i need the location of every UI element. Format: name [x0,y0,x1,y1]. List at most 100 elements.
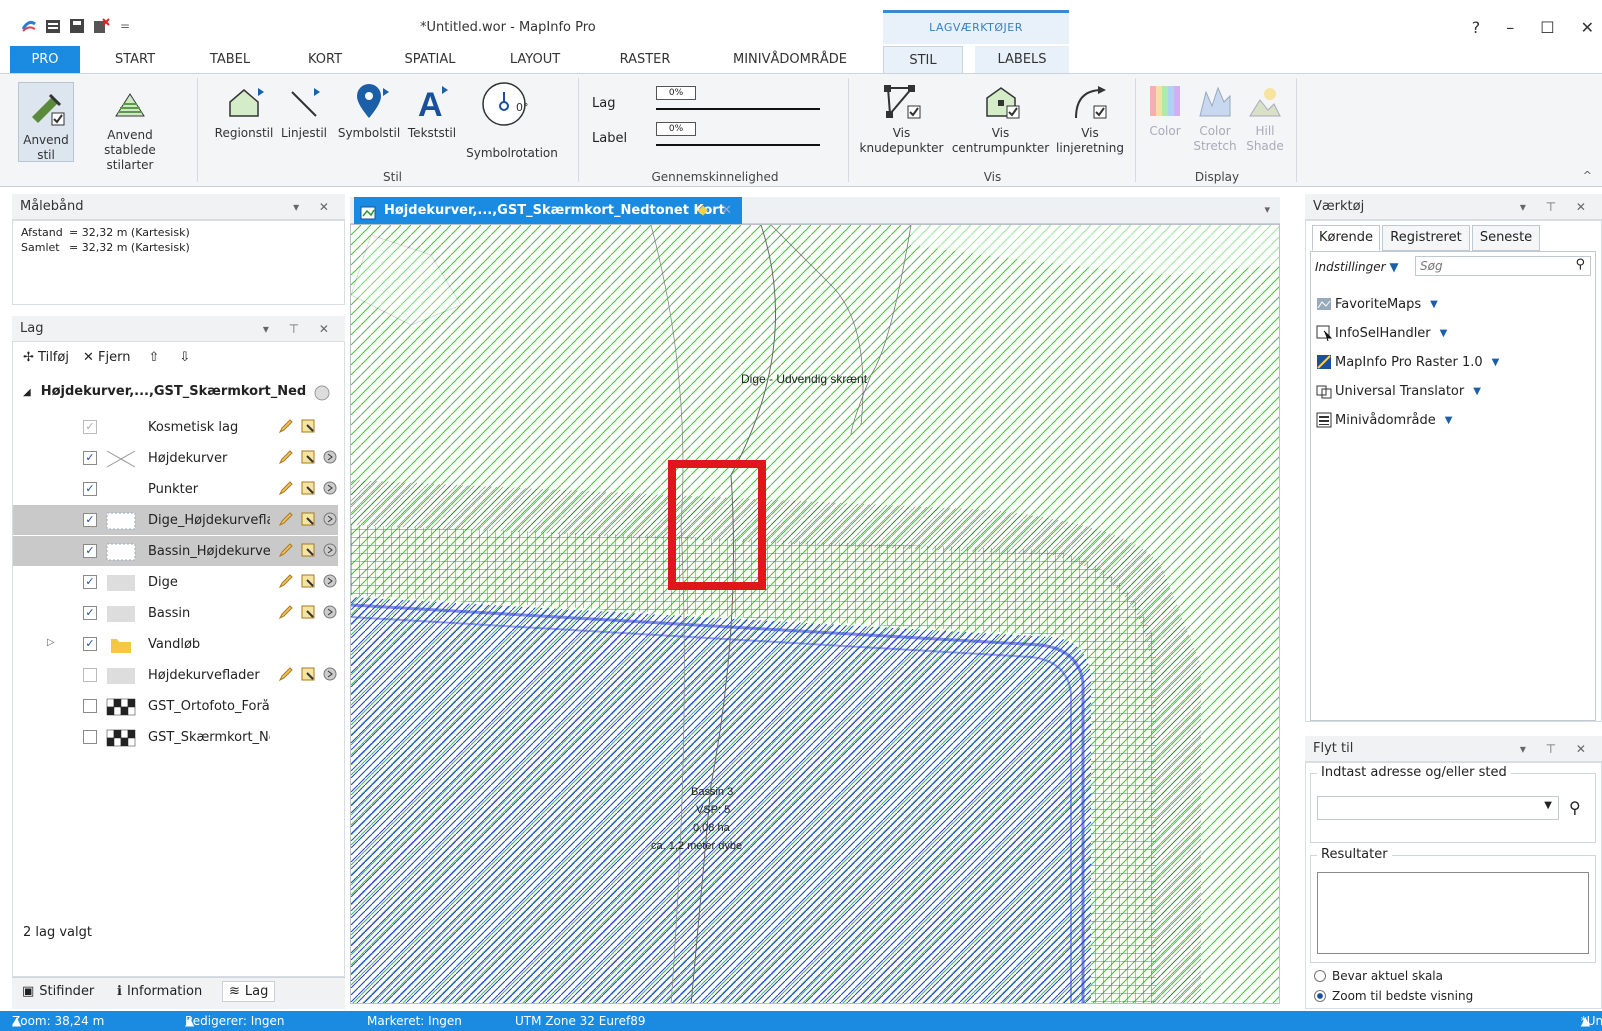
layer-visibility-checkbox[interactable]: ✓ [83,637,97,651]
layer-row[interactable]: GST_Skærmkort_Ne [13,722,338,752]
label-transparency-slider[interactable] [656,144,820,146]
select-icon[interactable] [300,418,316,434]
pencil-icon[interactable] [278,511,294,527]
layer-row[interactable]: ✓ Punkter [13,474,338,504]
symbolrotation-control[interactable]: 0° Symbolrotation [462,80,562,160]
lag-panel-controls[interactable]: ▾ ⊤ ✕ [263,316,337,342]
select-icon[interactable] [300,449,316,465]
tekststil-button[interactable]: A Tekststil [404,84,460,141]
tab-spatial[interactable]: SPATIAL [390,46,470,73]
label-icon[interactable] [322,573,338,589]
tool-item-universal-translator[interactable]: Universal Translator ▼ [1316,383,1481,399]
chevron-down-icon[interactable]: ▼ [1430,299,1438,310]
lag-tab[interactable]: ≋ Lag [222,981,276,1002]
layer-row[interactable]: ✓ Dige_Højdekurvefla [13,505,338,535]
map-tab-dropdown-icon[interactable]: ▾ [1264,203,1270,216]
collapse-ribbon-button[interactable]: ^ [1583,169,1592,182]
pencil-icon[interactable] [278,480,294,496]
label-icon[interactable] [322,542,338,558]
tab-seneste[interactable]: Seneste [1472,225,1540,251]
anvend-stil-button[interactable]: Anvend stil [18,82,74,162]
radio-bevar[interactable]: Bevar aktuel skala [1314,969,1443,983]
layer-visibility-checkbox[interactable] [83,668,97,682]
address-dropdown-icon[interactable]: ▼ [1544,800,1552,811]
pencil-icon[interactable] [278,418,294,434]
tool-item-infoselhandler[interactable]: InfoSelHandler ▼ [1316,325,1448,342]
map-tab-close-icon[interactable]: ✕ [721,197,732,224]
pencil-icon[interactable] [278,666,294,682]
close-all-icon[interactable] [92,17,110,35]
app-logo-icon[interactable] [20,17,38,35]
layer-row[interactable]: ▷ ✓ Vandløb [13,629,338,659]
help-button[interactable]: ? [1472,18,1481,37]
tab-raster[interactable]: RASTER [605,46,685,73]
map-svg[interactable]: Dige - Udvendig skrænt Bassin 3 VSP: 5 0… [351,225,1280,1004]
select-icon[interactable] [300,480,316,496]
label-transparency-value[interactable]: 0% [656,122,696,136]
expand-triangle-icon[interactable]: ▷ [47,637,55,648]
pencil-icon[interactable] [278,573,294,589]
layer-row[interactable]: ✓ Højdekurver [13,443,338,473]
tab-stil[interactable]: STIL [883,46,963,73]
layer-visibility-checkbox[interactable]: ✓ [83,606,97,620]
information-tab[interactable]: ℹ Information [117,984,202,999]
address-input[interactable]: ▼ [1317,796,1559,820]
maximize-button[interactable]: ☐ [1540,18,1554,37]
collapse-triangle-icon[interactable]: ◢ [23,387,31,398]
tab-start[interactable]: START [100,46,170,73]
tilfoj-button[interactable]: ✢ Tilføj [23,350,69,365]
layer-visibility-checkbox[interactable]: ✓ [83,420,97,434]
map-tab-pin-icon[interactable]: ◆ [698,197,708,224]
label-icon[interactable] [322,480,338,496]
linjestil-button[interactable]: Linjestil [276,84,332,141]
vaerktoj-panel-controls[interactable]: ▾ ⊤ ✕ [1520,194,1594,220]
tool-item-minivaadomraade[interactable]: Minivådområde ▼ [1316,412,1452,428]
stifinder-tab[interactable]: ▣ Stifinder [22,984,94,999]
layer-visibility-checkbox[interactable] [83,699,97,713]
search-icon[interactable]: ⚲ [1575,257,1585,272]
layer-visibility-checkbox[interactable] [83,730,97,744]
qat-customize-icon[interactable]: = [120,19,130,33]
status-projection[interactable]: UTM Zone 32 Euref89 [515,1011,645,1031]
layer-visibility-checkbox[interactable]: ✓ [83,575,97,589]
layer-row[interactable]: ✓ Bassin [13,598,338,628]
pencil-icon[interactable] [278,542,294,558]
layer-row[interactable]: ✓ Dige [13,567,338,597]
select-icon[interactable] [300,666,316,682]
anvend-stablede-button[interactable]: Anvend stablede stilarter [80,86,180,173]
tab-layout[interactable]: LAYOUT [495,46,575,73]
layer-row[interactable]: ✓ Kosmetisk lag [13,412,338,442]
address-search-icon[interactable]: ⚲ [1569,798,1581,817]
tab-minivaadomraade[interactable]: MINIVÅDOMRÅDE [715,46,865,73]
color-button[interactable]: Color [1143,84,1187,139]
pencil-icon[interactable] [278,604,294,620]
label-icon[interactable] [322,449,338,465]
select-icon[interactable] [300,573,316,589]
pencil-icon[interactable] [278,449,294,465]
select-icon[interactable] [300,511,316,527]
symbolstil-button[interactable]: Symbolstil [334,84,404,141]
tab-korende[interactable]: Kørende [1312,225,1380,251]
status-zoom[interactable]: Zoom: 38,24 m ▲ [12,1011,104,1031]
layer-group-row[interactable]: ◢ Højdekurver,...,GST_Skærmkort_Ned [23,384,306,399]
tool-item-raster[interactable]: MapInfo Pro Raster 1.0 ▼ [1316,354,1499,370]
lag-transparency-value[interactable]: 0% [656,86,696,100]
close-button[interactable]: ✕ [1581,18,1594,37]
group-label-icon[interactable] [313,384,331,406]
layer-row[interactable]: ✓ Bassin_Højdekurvef [13,536,338,566]
color-stretch-button[interactable]: Color Stretch [1191,84,1239,154]
layer-row[interactable]: GST_Ortofoto_Forår [13,691,338,721]
layer-visibility-checkbox[interactable]: ✓ [83,451,97,465]
save-workspace-icon[interactable] [68,17,86,35]
tab-pro[interactable]: PRO [10,46,80,73]
radio-zoom[interactable]: Zoom til bedste visning [1314,989,1473,1003]
tab-registreret[interactable]: Registreret [1382,225,1470,251]
status-rediger[interactable]: Redigerer: Ingen ▲ [185,1011,285,1031]
chevron-down-icon[interactable]: ▼ [1440,328,1448,339]
move-up-icon[interactable]: ⇧ [148,350,159,365]
fjern-button[interactable]: ✕ Fjern [83,350,131,365]
flyttil-panel-controls[interactable]: ▾ ⊤ ✕ [1520,736,1594,762]
chevron-down-icon[interactable]: ▼ [1473,386,1481,397]
vis-linjeretning-button[interactable]: Vis linjeretning [1050,84,1130,156]
status-workspace[interactable]: *Untitled.wor ▲ [1581,1011,1602,1031]
